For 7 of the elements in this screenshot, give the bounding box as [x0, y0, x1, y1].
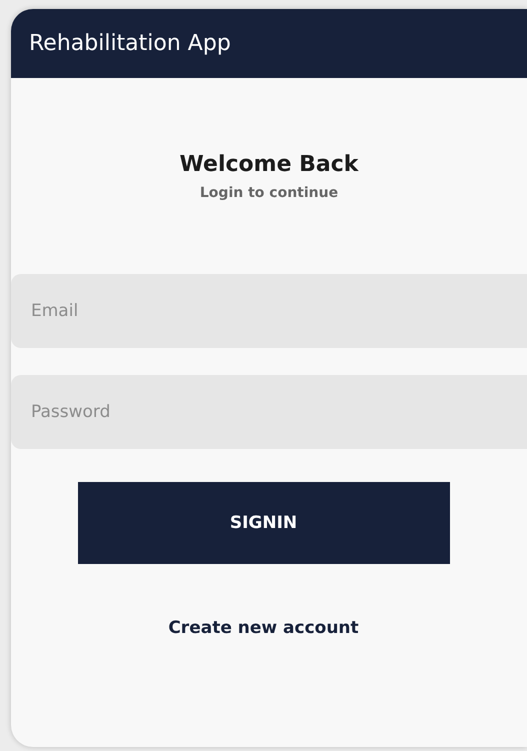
login-subtitle: Login to continue — [200, 185, 338, 201]
create-account-link[interactable]: Create new account — [168, 618, 359, 638]
signin-button[interactable]: SIGNIN — [78, 482, 450, 564]
app-title: Rehabilitation App — [29, 31, 231, 56]
input-field[interactable]: Password — [11, 375, 527, 449]
input-field[interactable]: Email — [11, 274, 527, 348]
welcome-heading: Welcome Back — [180, 152, 358, 177]
